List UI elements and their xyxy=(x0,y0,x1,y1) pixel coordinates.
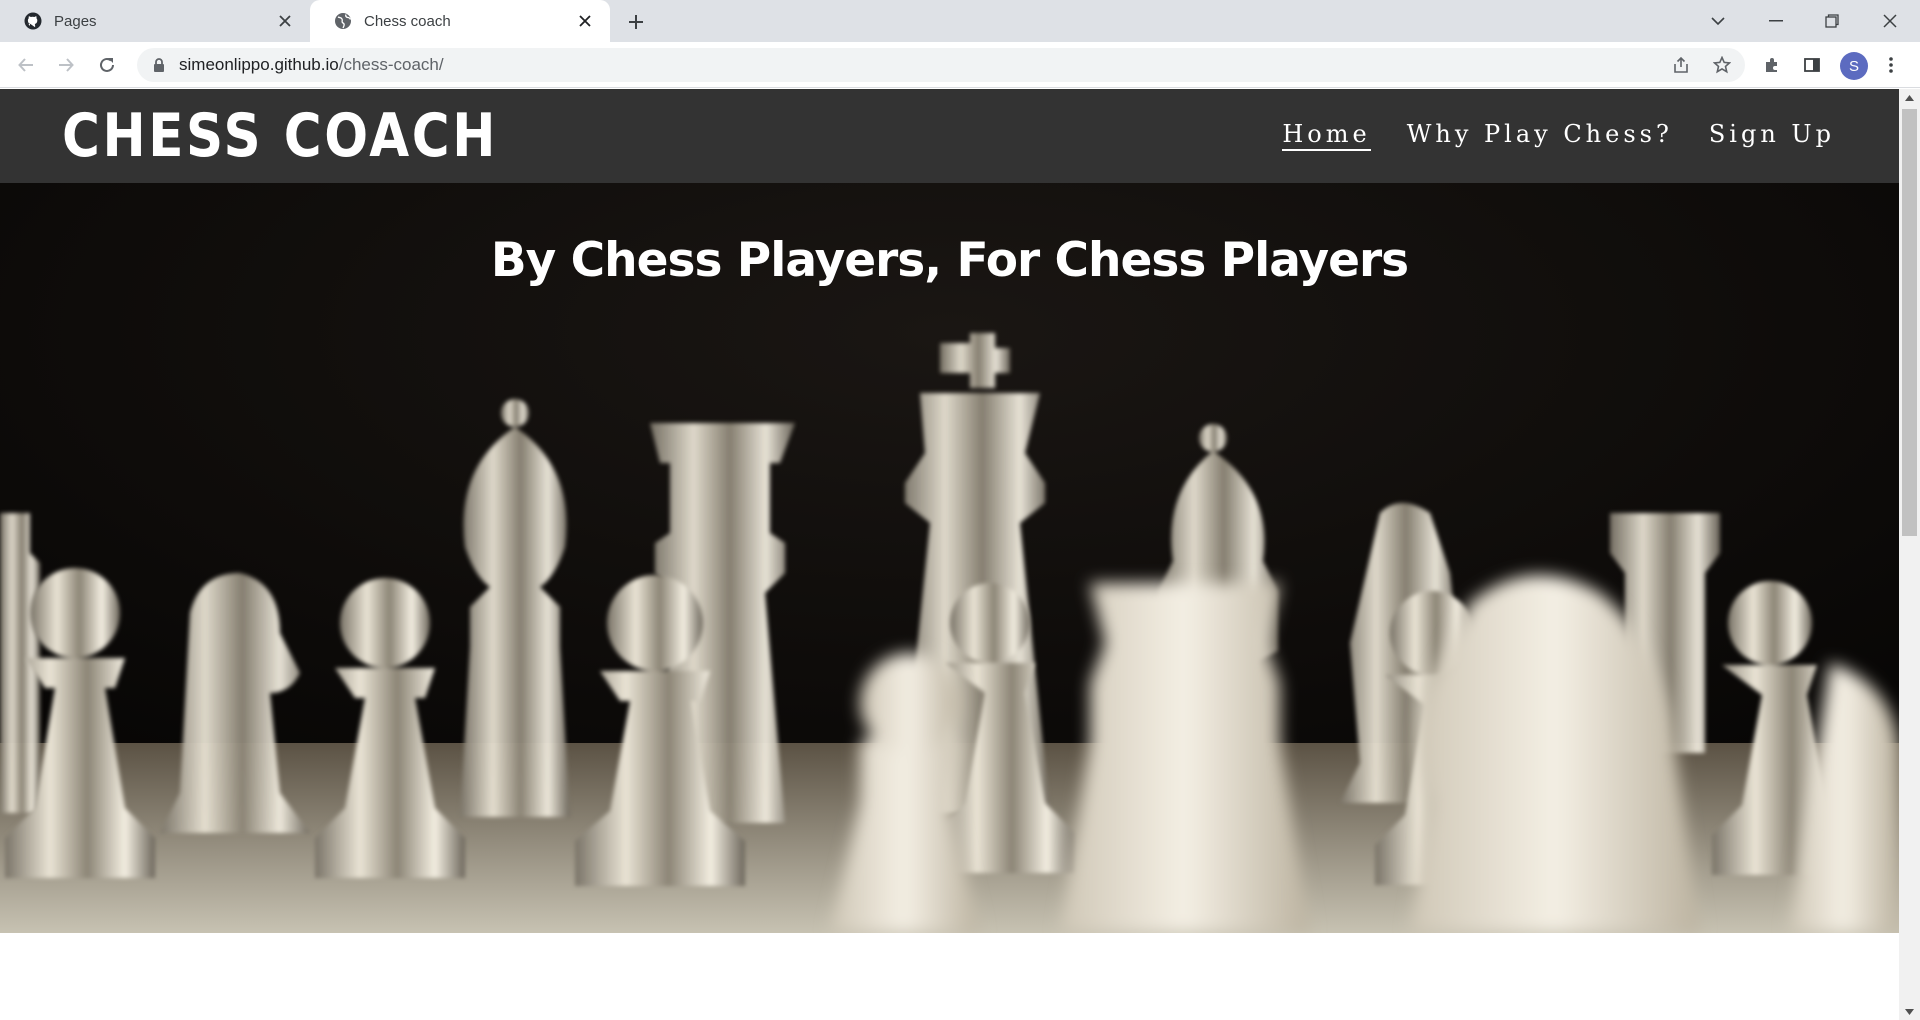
bookmark-star-icon[interactable] xyxy=(1707,50,1737,80)
forward-icon[interactable] xyxy=(50,49,82,81)
tab-strip: Pages Chess coach xyxy=(0,0,1920,42)
scroll-down-arrow-icon[interactable] xyxy=(1899,1003,1920,1020)
minimize-icon[interactable] xyxy=(1748,0,1804,42)
hero-section: By Chess Players, For Chess Players xyxy=(0,183,1899,933)
browser-toolbar: simeonlippo.github.io/chess-coach/ xyxy=(0,42,1920,88)
main-nav: Home Why Play Chess? Sign Up xyxy=(1282,119,1835,151)
scrollbar-thumb[interactable] xyxy=(1902,109,1917,536)
share-icon[interactable] xyxy=(1666,50,1696,80)
close-tab-icon[interactable] xyxy=(274,10,296,32)
chess-pieces-image xyxy=(0,183,1899,933)
reload-icon[interactable] xyxy=(91,49,123,81)
page-scrollbar[interactable] xyxy=(1899,89,1920,1020)
lock-icon[interactable] xyxy=(153,58,165,72)
tab-search-icon[interactable] xyxy=(1690,0,1746,42)
tab-title: Chess coach xyxy=(364,12,451,30)
site-logo[interactable]: CHESS COACH xyxy=(62,104,498,168)
nav-home-link[interactable]: Home xyxy=(1282,119,1371,151)
tab-chess-coach[interactable]: Chess coach xyxy=(310,0,610,42)
restore-icon[interactable] xyxy=(1804,0,1860,42)
extensions-icon[interactable] xyxy=(1757,50,1787,80)
nav-why-play-chess-link[interactable]: Why Play Chess? xyxy=(1407,119,1673,151)
menu-kebab-icon[interactable] xyxy=(1876,50,1906,80)
profile-avatar[interactable]: S xyxy=(1840,52,1868,80)
page-viewport: CHESS COACH Home Why Play Chess? Sign Up xyxy=(0,89,1899,1020)
new-tab-icon[interactable] xyxy=(622,8,650,36)
tab-title: Pages xyxy=(54,12,97,30)
github-icon xyxy=(24,12,42,30)
close-tab-icon[interactable] xyxy=(574,10,596,32)
nav-sign-up-link[interactable]: Sign Up xyxy=(1709,119,1835,151)
url-host: simeonlippo.github.io xyxy=(179,55,339,74)
hero-title: By Chess Players, For Chess Players xyxy=(490,233,1409,288)
tab-pages[interactable]: Pages xyxy=(0,0,310,42)
scroll-up-arrow-icon[interactable] xyxy=(1899,89,1920,106)
back-icon[interactable] xyxy=(10,49,42,81)
globe-icon xyxy=(334,12,352,30)
url-path: /chess-coach/ xyxy=(338,55,444,74)
close-window-icon[interactable] xyxy=(1862,0,1918,42)
site-header: CHESS COACH Home Why Play Chess? Sign Up xyxy=(0,89,1899,183)
side-panel-icon[interactable] xyxy=(1797,50,1827,80)
address-bar[interactable]: simeonlippo.github.io/chess-coach/ xyxy=(137,48,1745,82)
